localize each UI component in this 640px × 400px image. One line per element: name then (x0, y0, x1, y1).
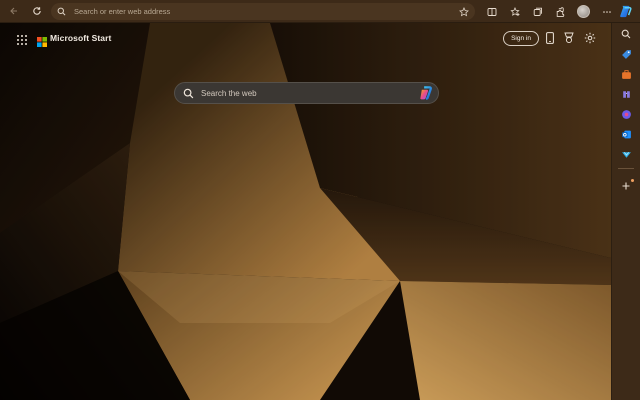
collections-icon[interactable] (526, 2, 549, 22)
background-art (0, 23, 611, 400)
sign-in-button[interactable]: Sign in (503, 31, 539, 46)
copilot-designer-icon[interactable] (619, 107, 633, 121)
more-icon[interactable] (595, 2, 618, 22)
toolbar-actions (480, 0, 618, 23)
profile-avatar-button[interactable] (572, 2, 595, 22)
outlook-icon[interactable] (619, 127, 633, 141)
new-tab-page: Microsoft Start Sign in (0, 23, 611, 400)
rewards-icon[interactable] (562, 31, 576, 45)
copilot-search-icon[interactable] (419, 86, 434, 101)
refresh-icon[interactable] (26, 1, 48, 21)
sidebar-divider (618, 168, 634, 169)
ms-start-header: Microsoft Start Sign in (0, 23, 611, 55)
search-input[interactable] (201, 88, 401, 98)
search-icon (183, 88, 194, 99)
apps-launcher-icon[interactable] (16, 33, 28, 45)
web-search-box (174, 82, 439, 104)
drop-icon[interactable] (619, 147, 633, 161)
phone-icon[interactable] (543, 31, 557, 45)
favorite-star-icon[interactable] (459, 6, 469, 17)
notification-dot (631, 179, 634, 182)
back-icon[interactable] (3, 1, 25, 21)
shopping-tag-icon[interactable] (619, 47, 633, 61)
copilot-icon[interactable] (617, 3, 634, 20)
microsoft-logo (37, 34, 47, 47)
sidebar-search-icon[interactable] (619, 27, 633, 41)
address-bar[interactable]: Search or enter web address (51, 3, 475, 20)
extensions-icon[interactable] (549, 2, 572, 22)
browser-toolbar: Search or enter web address (0, 0, 640, 23)
games-icon[interactable] (619, 87, 633, 101)
favorites-icon[interactable] (503, 2, 526, 22)
profile-avatar (577, 5, 590, 18)
address-placeholder: Search or enter web address (74, 7, 171, 16)
settings-gear-icon[interactable] (583, 31, 597, 45)
edge-sidebar (611, 23, 640, 400)
brand-title[interactable]: Microsoft Start (50, 33, 111, 43)
split-screen-icon[interactable] (480, 2, 503, 22)
address-search-icon (57, 7, 66, 16)
tools-briefcase-icon[interactable] (619, 67, 633, 81)
